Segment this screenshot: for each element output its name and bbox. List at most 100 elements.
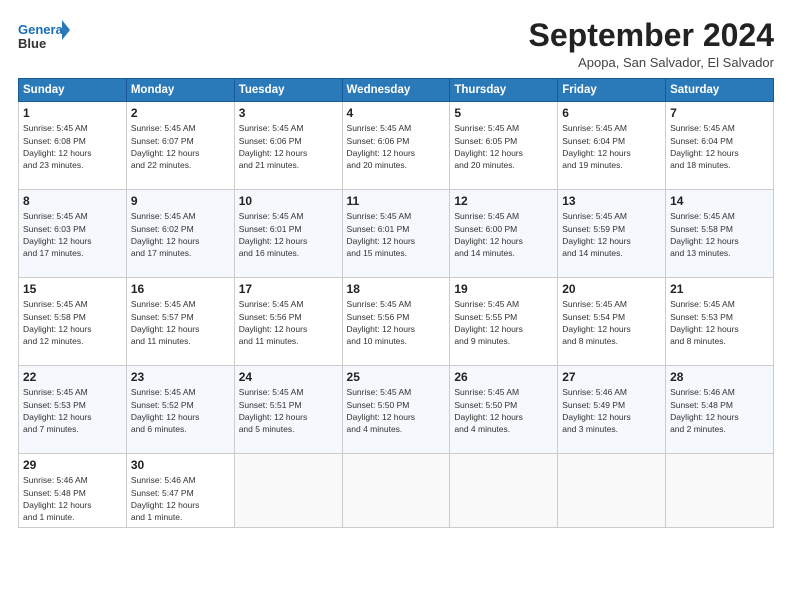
col-thursday: Thursday xyxy=(450,79,558,102)
svg-text:General: General xyxy=(18,22,66,37)
day-number: 14 xyxy=(670,194,769,208)
table-row: 24 Sunrise: 5:45 AM Sunset: 5:51 PM Dayli… xyxy=(234,366,342,454)
day-number: 11 xyxy=(347,194,446,208)
day-number: 12 xyxy=(454,194,553,208)
day-number: 30 xyxy=(131,458,230,472)
table-row: 22 Sunrise: 5:45 AM Sunset: 5:53 PM Dayli… xyxy=(19,366,127,454)
table-row: 5Sunrise: 5:45 AM Sunset: 6:05 PM Daylig… xyxy=(450,102,558,190)
day-info: Sunrise: 5:45 AM Sunset: 5:58 PM Dayligh… xyxy=(23,298,122,347)
table-row xyxy=(450,454,558,528)
table-row: 21 Sunrise: 5:45 AM Sunset: 5:53 PM Dayli… xyxy=(666,278,774,366)
table-row: 18Sunrise: 5:45 AM Sunset: 5:56 PM Dayli… xyxy=(342,278,450,366)
day-number: 9 xyxy=(131,194,230,208)
table-row: 13 Sunrise: 5:45 AM Sunset: 5:59 PM Dayli… xyxy=(558,190,666,278)
day-number: 8 xyxy=(23,194,122,208)
col-monday: Monday xyxy=(126,79,234,102)
day-number: 20 xyxy=(562,282,661,296)
table-row: 28 Sunrise: 5:46 AM Sunset: 5:48 PM Dayli… xyxy=(666,366,774,454)
day-info: Sunrise: 5:45 AM Sunset: 6:08 PM Dayligh… xyxy=(23,122,122,171)
day-number: 29 xyxy=(23,458,122,472)
table-row: 8 Sunrise: 5:45 AM Sunset: 6:03 PM Daylig… xyxy=(19,190,127,278)
logo-icon: General Blue xyxy=(18,18,70,58)
svg-text:Blue: Blue xyxy=(18,36,46,51)
day-info: Sunrise: 5:45 AM Sunset: 6:04 PM Dayligh… xyxy=(562,122,661,171)
day-info: Sunrise: 5:46 AM Sunset: 5:49 PM Dayligh… xyxy=(562,386,661,435)
day-info: Sunrise: 5:45 AM Sunset: 5:55 PM Dayligh… xyxy=(454,298,553,347)
day-number: 27 xyxy=(562,370,661,384)
day-number: 3 xyxy=(239,106,338,120)
day-info: Sunrise: 5:45 AM Sunset: 6:01 PM Dayligh… xyxy=(347,210,446,259)
day-info: Sunrise: 5:45 AM Sunset: 6:03 PM Dayligh… xyxy=(23,210,122,259)
table-row: 1Sunrise: 5:45 AM Sunset: 6:08 PM Daylig… xyxy=(19,102,127,190)
day-info: Sunrise: 5:45 AM Sunset: 5:50 PM Dayligh… xyxy=(347,386,446,435)
table-row: 25 Sunrise: 5:45 AM Sunset: 5:50 PM Dayli… xyxy=(342,366,450,454)
day-info: Sunrise: 5:45 AM Sunset: 5:56 PM Dayligh… xyxy=(347,298,446,347)
day-info: Sunrise: 5:45 AM Sunset: 5:54 PM Dayligh… xyxy=(562,298,661,347)
day-info: Sunrise: 5:45 AM Sunset: 6:00 PM Dayligh… xyxy=(454,210,553,259)
table-row: 16 Sunrise: 5:45 AM Sunset: 5:57 PM Dayli… xyxy=(126,278,234,366)
day-number: 19 xyxy=(454,282,553,296)
table-row: 12 Sunrise: 5:45 AM Sunset: 6:00 PM Dayli… xyxy=(450,190,558,278)
day-info: Sunrise: 5:45 AM Sunset: 6:06 PM Dayligh… xyxy=(347,122,446,171)
table-row: 10 Sunrise: 5:45 AM Sunset: 6:01 PM Dayli… xyxy=(234,190,342,278)
calendar-table: Sunday Monday Tuesday Wednesday Thursday… xyxy=(18,78,774,528)
day-number: 21 xyxy=(670,282,769,296)
header: General Blue September 2024 Apopa, San S… xyxy=(18,18,774,70)
logo: General Blue xyxy=(18,18,70,58)
day-number: 13 xyxy=(562,194,661,208)
day-number: 22 xyxy=(23,370,122,384)
day-number: 17 xyxy=(239,282,338,296)
col-friday: Friday xyxy=(558,79,666,102)
table-row xyxy=(558,454,666,528)
table-row: 17 Sunrise: 5:45 AM Sunset: 5:56 PM Dayli… xyxy=(234,278,342,366)
day-info: Sunrise: 5:46 AM Sunset: 5:48 PM Dayligh… xyxy=(23,474,122,523)
day-number: 28 xyxy=(670,370,769,384)
day-info: Sunrise: 5:45 AM Sunset: 5:53 PM Dayligh… xyxy=(670,298,769,347)
day-info: Sunrise: 5:46 AM Sunset: 5:47 PM Dayligh… xyxy=(131,474,230,523)
day-number: 16 xyxy=(131,282,230,296)
day-number: 7 xyxy=(670,106,769,120)
table-row xyxy=(234,454,342,528)
day-info: Sunrise: 5:45 AM Sunset: 5:51 PM Dayligh… xyxy=(239,386,338,435)
day-number: 15 xyxy=(23,282,122,296)
table-row: 26Sunrise: 5:45 AM Sunset: 5:50 PM Dayli… xyxy=(450,366,558,454)
day-number: 10 xyxy=(239,194,338,208)
day-number: 4 xyxy=(347,106,446,120)
location: Apopa, San Salvador, El Salvador xyxy=(529,55,774,70)
day-number: 2 xyxy=(131,106,230,120)
month-title: September 2024 xyxy=(529,18,774,53)
table-row: 14 Sunrise: 5:45 AM Sunset: 5:58 PM Dayli… xyxy=(666,190,774,278)
col-saturday: Saturday xyxy=(666,79,774,102)
table-row xyxy=(666,454,774,528)
day-info: Sunrise: 5:45 AM Sunset: 6:02 PM Dayligh… xyxy=(131,210,230,259)
table-row: 4 Sunrise: 5:45 AM Sunset: 6:06 PM Daylig… xyxy=(342,102,450,190)
day-number: 26 xyxy=(454,370,553,384)
table-row: 11 Sunrise: 5:45 AM Sunset: 6:01 PM Dayli… xyxy=(342,190,450,278)
table-row xyxy=(342,454,450,528)
day-info: Sunrise: 5:45 AM Sunset: 5:59 PM Dayligh… xyxy=(562,210,661,259)
table-row: 6 Sunrise: 5:45 AM Sunset: 6:04 PM Daylig… xyxy=(558,102,666,190)
table-row: 27 Sunrise: 5:46 AM Sunset: 5:49 PM Dayli… xyxy=(558,366,666,454)
table-row: 3 Sunrise: 5:45 AM Sunset: 6:06 PM Daylig… xyxy=(234,102,342,190)
day-info: Sunrise: 5:45 AM Sunset: 5:57 PM Dayligh… xyxy=(131,298,230,347)
day-info: Sunrise: 5:45 AM Sunset: 5:56 PM Dayligh… xyxy=(239,298,338,347)
table-row: 2 Sunrise: 5:45 AM Sunset: 6:07 PM Daylig… xyxy=(126,102,234,190)
day-number: 25 xyxy=(347,370,446,384)
day-number: 23 xyxy=(131,370,230,384)
day-info: Sunrise: 5:45 AM Sunset: 6:06 PM Dayligh… xyxy=(239,122,338,171)
day-info: Sunrise: 5:45 AM Sunset: 6:07 PM Dayligh… xyxy=(131,122,230,171)
table-row: 15 Sunrise: 5:45 AM Sunset: 5:58 PM Dayli… xyxy=(19,278,127,366)
day-info: Sunrise: 5:45 AM Sunset: 6:01 PM Dayligh… xyxy=(239,210,338,259)
title-block: September 2024 Apopa, San Salvador, El S… xyxy=(529,18,774,70)
day-number: 5 xyxy=(454,106,553,120)
day-info: Sunrise: 5:46 AM Sunset: 5:48 PM Dayligh… xyxy=(670,386,769,435)
day-number: 24 xyxy=(239,370,338,384)
day-info: Sunrise: 5:45 AM Sunset: 5:53 PM Dayligh… xyxy=(23,386,122,435)
calendar-page: General Blue September 2024 Apopa, San S… xyxy=(0,0,792,612)
day-number: 6 xyxy=(562,106,661,120)
table-row: 30 Sunrise: 5:46 AM Sunset: 5:47 PM Dayli… xyxy=(126,454,234,528)
table-row: 7 Sunrise: 5:45 AM Sunset: 6:04 PM Daylig… xyxy=(666,102,774,190)
day-info: Sunrise: 5:45 AM Sunset: 6:04 PM Dayligh… xyxy=(670,122,769,171)
table-row: 9 Sunrise: 5:45 AM Sunset: 6:02 PM Daylig… xyxy=(126,190,234,278)
day-info: Sunrise: 5:45 AM Sunset: 5:58 PM Dayligh… xyxy=(670,210,769,259)
